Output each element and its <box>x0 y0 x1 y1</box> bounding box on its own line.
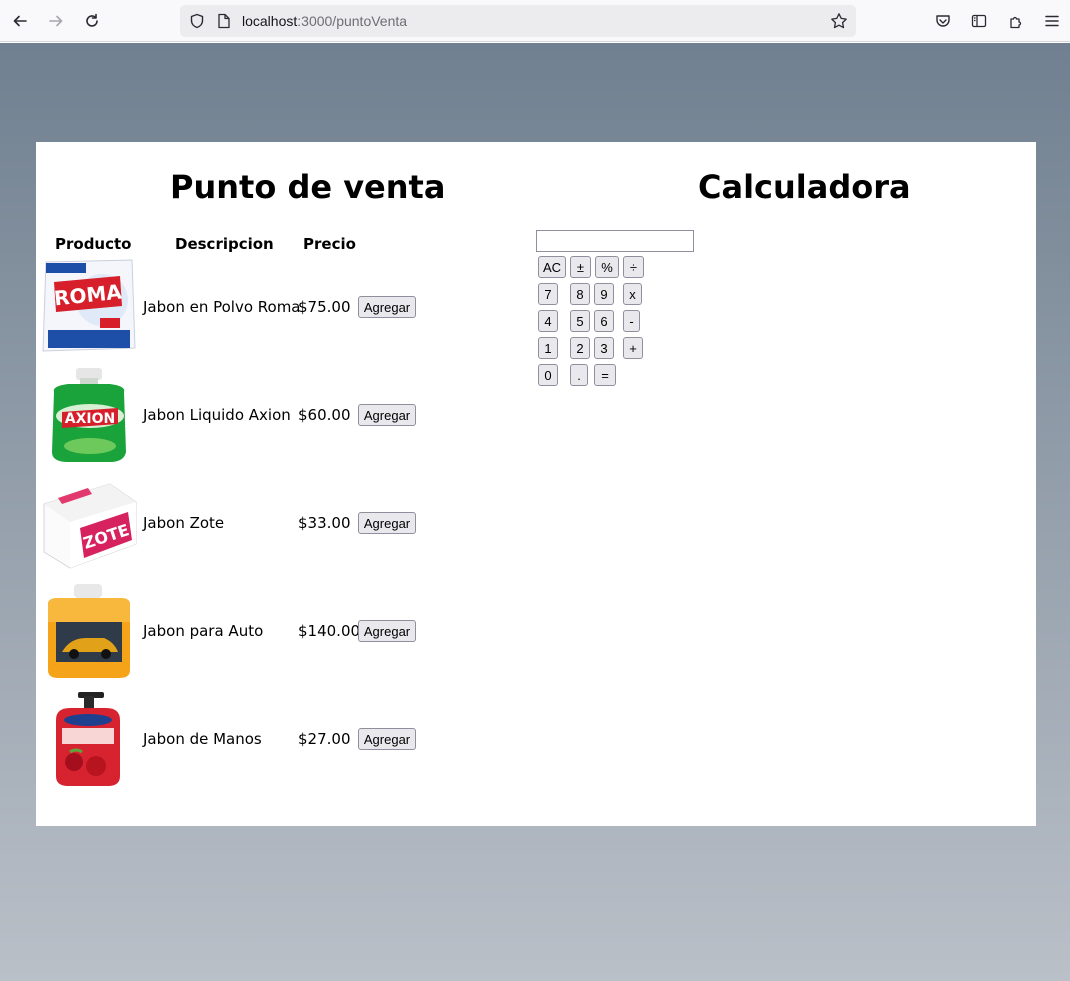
calc-key-3[interactable]: 3 <box>594 337 614 359</box>
page-icon[interactable] <box>217 13 231 29</box>
product-price: $75.00 <box>298 298 351 316</box>
hand-soap-pump-icon <box>56 692 120 786</box>
calculator-display[interactable] <box>536 230 694 252</box>
product-description: Jabon para Auto <box>143 622 264 640</box>
product-description: Jabon Liquido Axion <box>143 406 291 424</box>
extensions-icon[interactable] <box>1003 8 1029 34</box>
product-price: $140.00 <box>298 622 361 640</box>
calc-key-0[interactable]: 0 <box>538 364 558 386</box>
calc-key-divide[interactable]: ÷ <box>623 256 644 278</box>
add-button[interactable]: Agregar <box>358 512 416 534</box>
calc-key-4[interactable]: 4 <box>538 310 558 332</box>
sidebar-icon[interactable] <box>966 8 992 34</box>
car-soap-jug-icon <box>48 584 130 678</box>
calc-key-5[interactable]: 5 <box>570 310 590 332</box>
table-row: AXION Jabon Liquido Axion $60.00 Agregar <box>40 366 440 466</box>
product-price: $60.00 <box>298 406 351 424</box>
table-row: ROMA Jabon en Polvo Roma $75.00 Agregar <box>40 258 440 358</box>
add-button[interactable]: Agregar <box>358 728 416 750</box>
forward-icon[interactable] <box>43 8 69 34</box>
bookmark-star-icon[interactable] <box>830 12 848 30</box>
browser-toolbar: localhost:3000/puntoVenta <box>0 0 1070 42</box>
url-text[interactable]: localhost:3000/puntoVenta <box>242 13 407 29</box>
calc-key-6[interactable]: 6 <box>594 310 614 332</box>
header-product: Producto <box>55 235 132 253</box>
calc-key-1[interactable]: 1 <box>538 337 558 359</box>
calc-key-2[interactable]: 2 <box>570 337 590 359</box>
calculator-title: Calculadora <box>698 168 911 206</box>
pocket-icon[interactable] <box>930 8 956 34</box>
calc-key-equals[interactable]: = <box>594 364 616 386</box>
roma-detergent-bag-icon: ROMA <box>42 259 136 352</box>
add-button[interactable]: Agregar <box>358 620 416 642</box>
page-viewport: Punto de venta Calculadora Producto Desc… <box>0 43 1070 981</box>
calc-key-dot[interactable]: . <box>570 364 588 386</box>
pos-title: Punto de venta <box>170 168 446 206</box>
reload-icon[interactable] <box>79 8 105 34</box>
calc-key-ac[interactable]: AC <box>538 256 566 278</box>
svg-text:AXION: AXION <box>65 411 115 427</box>
calc-key-percent[interactable]: % <box>595 256 619 278</box>
table-row: ZOTE Jabon Zote $33.00 Agregar <box>40 474 440 574</box>
product-description: Jabon en Polvo Roma <box>143 298 301 316</box>
add-button[interactable]: Agregar <box>358 296 416 318</box>
product-description: Jabon Zote <box>143 514 225 532</box>
calc-key-minus[interactable]: - <box>623 310 640 332</box>
url-bar[interactable]: localhost:3000/puntoVenta <box>180 5 856 37</box>
table-row: Jabon para Auto $140.00 Agregar <box>40 582 440 682</box>
url-path: :3000/puntoVenta <box>297 13 408 29</box>
calc-key-8[interactable]: 8 <box>570 283 590 305</box>
table-row: Jabon de Manos $27.00 Agregar <box>40 690 440 790</box>
calc-key-plusminus[interactable]: ± <box>570 256 591 278</box>
url-host: localhost <box>242 13 298 29</box>
add-button[interactable]: Agregar <box>358 404 416 426</box>
content-card: Punto de venta Calculadora Producto Desc… <box>36 142 1036 826</box>
calc-key-9[interactable]: 9 <box>594 283 614 305</box>
axion-dish-soap-bottle-icon: AXION <box>52 368 126 462</box>
calc-key-multiply[interactable]: x <box>623 283 642 305</box>
product-price: $33.00 <box>298 514 351 532</box>
back-icon[interactable] <box>7 8 33 34</box>
zote-soap-bar-icon: ZOTE <box>43 483 137 569</box>
header-price: Precio <box>303 235 356 253</box>
header-description: Descripcion <box>175 235 274 253</box>
product-description: Jabon de Manos <box>143 730 262 748</box>
tracking-shield-icon[interactable] <box>189 13 205 29</box>
calc-key-7[interactable]: 7 <box>538 283 558 305</box>
calc-key-plus[interactable]: + <box>623 337 643 359</box>
product-price: $27.00 <box>298 730 351 748</box>
menu-icon[interactable] <box>1039 8 1065 34</box>
